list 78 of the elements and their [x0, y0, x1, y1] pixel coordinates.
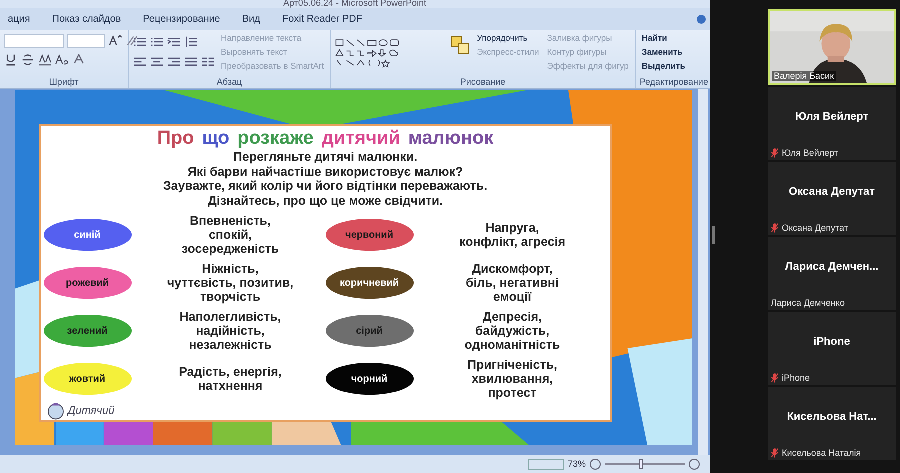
participant-name: Кисельова Нат... [786, 411, 878, 423]
line-spacing-icon[interactable] [184, 36, 198, 48]
splitter-handle[interactable] [712, 226, 715, 244]
group-label: Редактирование [640, 76, 708, 88]
meaning-text: Напруга, конфлікт, агресія [458, 220, 566, 251]
ribbon-tab[interactable]: Foxit Reader PDF [278, 12, 366, 26]
title-word: дитячий [322, 128, 400, 150]
color-oval: червоний [326, 219, 414, 251]
participant-name: Оксана Депутат [788, 186, 876, 198]
title-word: розкаже [238, 128, 314, 150]
ribbon-command[interactable]: Найти [640, 33, 688, 44]
case-icon[interactable] [55, 54, 69, 66]
numbering-icon[interactable] [150, 36, 164, 48]
font-size-icon[interactable] [108, 35, 122, 47]
clear-format-icon[interactable] [125, 35, 139, 47]
color-oval: рожевий [44, 267, 132, 299]
title-word: Про [157, 128, 194, 150]
font-color-icon[interactable] [72, 54, 86, 66]
muted-mic-icon [771, 223, 779, 233]
instruction-text: Зауважте, який колір чи його відтінки переважають. [163, 179, 488, 194]
meaning-text: Пригніченість, хвилювання, протест [466, 357, 558, 401]
underline-icon[interactable] [4, 54, 18, 66]
title-word: що [202, 128, 230, 150]
group-label: Шрифт [48, 76, 80, 88]
justify-icon[interactable] [184, 56, 198, 68]
meaning-text: Радість, енергія, натхнення [178, 364, 283, 395]
color-oval: сірий [326, 315, 414, 347]
columns-icon[interactable] [201, 56, 215, 68]
color-oval: чорний [326, 363, 414, 395]
ribbon-tab[interactable]: Рецензирование [139, 12, 224, 26]
font-name-field[interactable] [4, 34, 64, 48]
participant-label: Юля Вейлерт [782, 148, 839, 158]
indent-icon[interactable] [167, 36, 181, 48]
scrollbar[interactable] [698, 89, 708, 455]
logo-text: Дитячий [68, 405, 115, 417]
arrange-icon[interactable] [451, 36, 472, 56]
group-label: Абзац [216, 76, 244, 88]
zoom-thumb[interactable] [639, 459, 643, 469]
ribbon-command[interactable]: Заменить [640, 47, 688, 58]
align-right-icon[interactable] [167, 56, 181, 68]
color-oval: коричневий [326, 267, 414, 299]
mascot-icon [47, 402, 65, 420]
ribbon-tab[interactable]: Показ слайдов [48, 12, 126, 26]
title-word: малюнок [408, 128, 494, 150]
zoom-level: 73% [568, 459, 586, 469]
spacing-icon[interactable] [38, 54, 52, 66]
bullets-icon[interactable] [133, 36, 147, 48]
participant-label: Лариса Демченко [771, 298, 845, 308]
strikethrough-icon[interactable] [21, 54, 35, 66]
participant-label: Кисельова Наталія [782, 448, 862, 458]
meaning-text: Впевненість, спокій, зосередженість [180, 213, 280, 257]
muted-mic-icon [771, 148, 779, 158]
meaning-text: Наполегливість, надійність, незалежність [178, 309, 282, 353]
participant-name: Лариса Демчен... [784, 261, 880, 273]
participant-label: Оксана Депутат [782, 223, 848, 233]
ribbon-command[interactable]: Выделить [640, 61, 688, 72]
participant-name: Юля Вейлерт [794, 111, 870, 123]
meaning-text: Ніжність, чуттєвість, позитив, творчість [166, 261, 295, 305]
muted-mic-icon [771, 373, 779, 383]
muted-mic-icon [771, 448, 779, 458]
meaning-text: Депресія, байдужість, одноманітність [464, 309, 562, 353]
font-size-field[interactable] [67, 34, 105, 48]
color-oval: синій [44, 219, 132, 251]
instruction-text: Перегляньте дитячі малюнки. [233, 150, 418, 164]
meaning-text: Дискомфорт, біль, негативні емоції [465, 261, 560, 305]
align-center-icon[interactable] [150, 56, 164, 68]
participant-name: iPhone [812, 336, 852, 348]
instruction-text: Дізнайтесь, про що це може свідчити. [208, 194, 444, 208]
ribbon-command[interactable]: Упорядочить [475, 33, 542, 44]
participant-name: Валерія Басик [772, 71, 836, 81]
group-label: Рисование [459, 76, 507, 88]
color-oval: жовтий [44, 363, 132, 395]
ribbon-tab[interactable]: Вид [238, 12, 264, 26]
instruction-text: Які барви найчастіше використовує малюк? [188, 164, 464, 179]
align-left-icon[interactable] [133, 56, 147, 68]
ribbon-tab[interactable]: ация [4, 12, 34, 26]
color-oval: зелений [44, 315, 132, 347]
participant-label: iPhone [782, 373, 810, 383]
